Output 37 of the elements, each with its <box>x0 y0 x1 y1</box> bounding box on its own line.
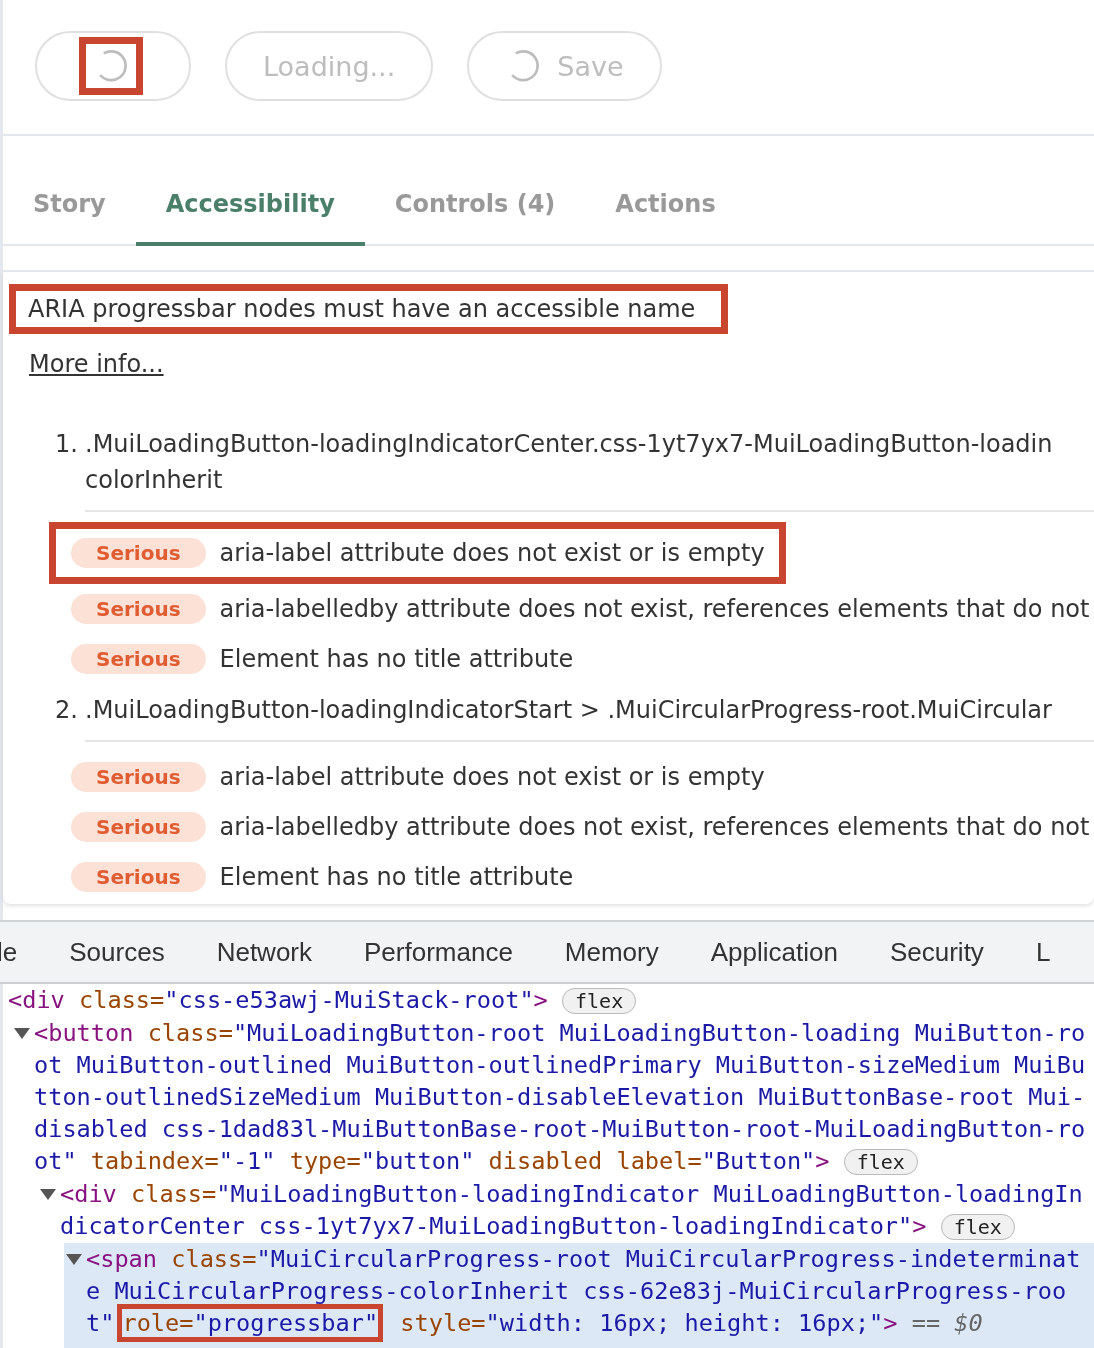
severity-badge: Serious <box>71 862 206 892</box>
flex-badge[interactable]: flex <box>843 1149 918 1175</box>
devtools-tab[interactable]: Network <box>216 936 312 968</box>
devtools-tab[interactable]: Performance <box>364 936 513 968</box>
devtools-tab[interactable]: L <box>1035 936 1051 968</box>
issue-text: Element has no title attribute <box>219 645 574 673</box>
html-source-text: <button class="MuiLoadingButton-root MuiLoadingButton-loading MuiButton-root MuiButton-outlined MuiButton-outlinedPrimary MuiButton-sizeMedium MuiButton-outlinedSizeMedium MuiButton-disableElevation MuiButtonBase-root Mui-disabled css-1dad83l-MuiButtonBase-root-MuiButton-root-MuiLoadingButton-root" tabindex="-1" type="button" disabled label="Button"> flex <box>34 1018 1087 1177</box>
issue-text: Element has no title attribute <box>219 863 574 891</box>
severity-badge: Serious <box>71 762 206 792</box>
html-source-text: <span class="MuiCircularProgress-root MuiCircularProgress-indeterminate MuiCircularProgress-colorInherit css-62e83j-MuiCircularProgress-root" role="progressbar" style="width: 16px; height: 16px;"> == $0 <box>86 1243 1091 1339</box>
issue-text: aria-labelledby attribute does not exist, references elements that do not <box>219 813 1090 841</box>
severity-badge: Serious <box>71 812 206 842</box>
violation-title: ARIA progressbar nodes must have an accessible name <box>9 284 729 334</box>
issue-text: aria-labelledby attribute does not exist, references elements that do not <box>219 595 1090 623</box>
severity-badge: Serious <box>71 644 206 674</box>
more-info-link[interactable]: More info... <box>29 350 164 378</box>
devtools-tab[interactable]: Memory <box>564 936 659 968</box>
expand-triangle-icon[interactable] <box>66 1254 82 1265</box>
flex-badge[interactable]: flex <box>940 1214 1015 1240</box>
devtools-tab[interactable]: Sources <box>69 936 165 968</box>
issue-text: aria-label attribute does not exist or is empty <box>219 539 765 567</box>
devtools-tab[interactable]: Security <box>889 936 984 968</box>
severity-badge: Serious <box>71 538 206 568</box>
html-source-text: <div class="css-e53awj-MuiStack-root"> flex <box>8 984 1091 1017</box>
issue-text: aria-label attribute does not exist or is empty <box>219 763 765 791</box>
node-selector[interactable]: .MuiLoadingButton-loadingIndicatorCenter.css-1yt7yx7-MuiLoadingButton-loadin <box>85 426 1094 462</box>
severity-badge: Serious <box>71 594 206 624</box>
list-number: 2. <box>55 695 79 726</box>
tab[interactable]: Accessibility <box>135 166 365 246</box>
node-selector[interactable]: .MuiLoadingButton-loadingIndicatorStart > .MuiCircularProgress-root.MuiCircular <box>85 692 1094 728</box>
expand-triangle-icon[interactable] <box>14 1028 30 1039</box>
node-selector[interactable]: colorInherit <box>85 462 1094 498</box>
html-source-text: <div class="MuiLoadingButton-loadingIndicator MuiLoadingButton-loadingIndicatorCenter css-1yt7yx7-MuiLoadingButton-loadingIndicator"> flex <box>60 1179 1084 1242</box>
expand-triangle-icon[interactable] <box>40 1189 56 1200</box>
flex-badge[interactable]: flex <box>562 988 637 1014</box>
devtools-tab[interactable]: Application <box>710 936 838 968</box>
list-number: 1. <box>55 429 79 460</box>
